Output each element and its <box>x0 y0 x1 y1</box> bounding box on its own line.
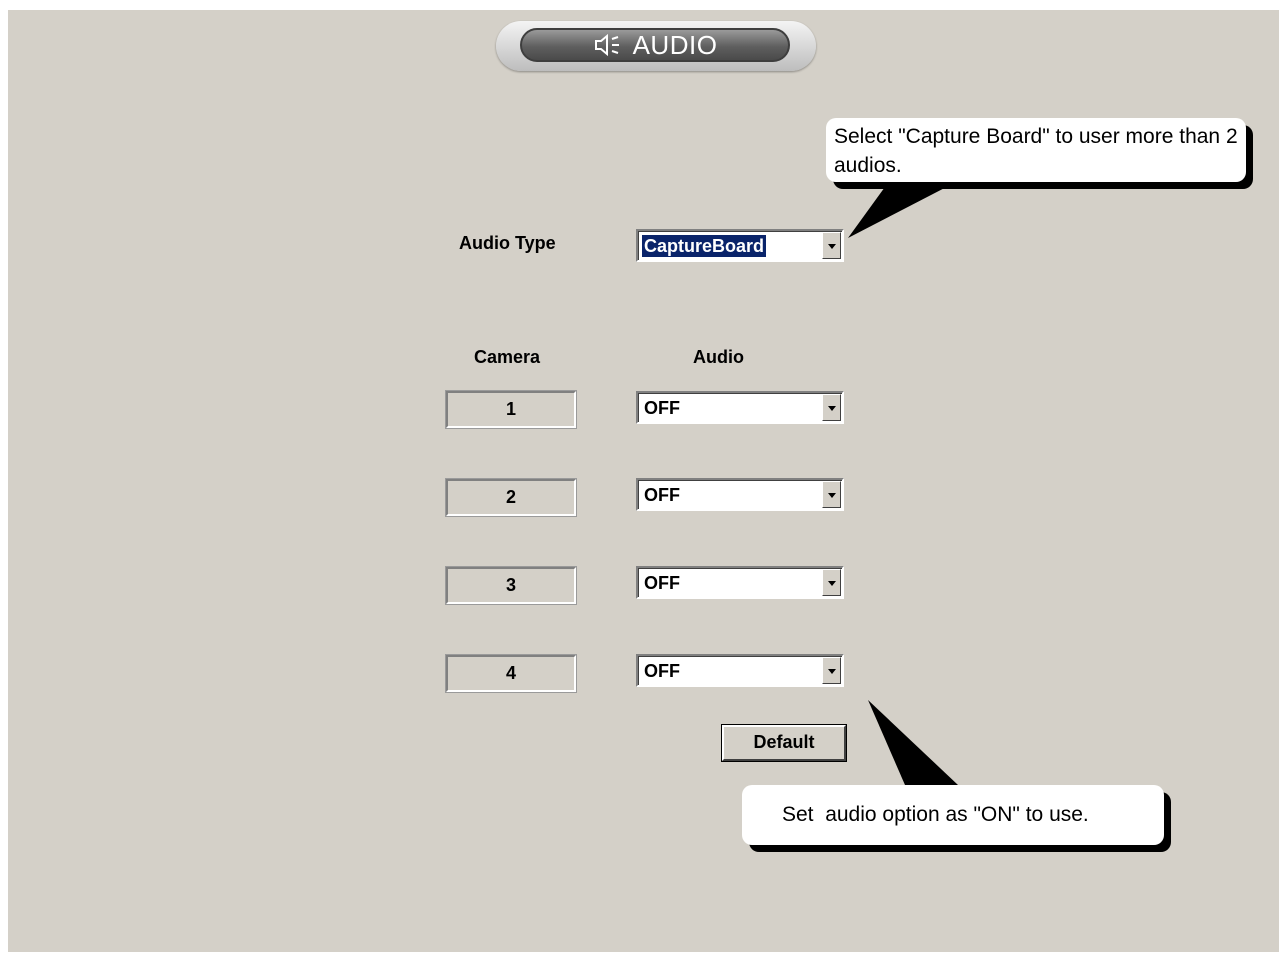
page-title: AUDIO <box>632 29 718 60</box>
chevron-down-icon[interactable] <box>822 481 841 508</box>
callout-bottom-pointer <box>868 700 958 785</box>
camera-4-box: 4 <box>445 654 577 693</box>
callout-audio-on-tip: Set audio option as "ON" to use. <box>742 785 1164 845</box>
audio-column-header: Audio <box>693 347 744 367</box>
audio-select-camera-2[interactable]: OFF <box>636 478 844 511</box>
callout-capture-board-tip: Select "Capture Board" to user more than… <box>826 118 1246 182</box>
callout-top-pointer <box>848 180 960 238</box>
speaker-icon <box>594 33 619 57</box>
camera-2-box: 2 <box>445 478 577 517</box>
audio-type-value: CaptureBoard <box>642 235 767 257</box>
chevron-down-icon[interactable] <box>822 394 841 421</box>
audio-select-camera-1[interactable]: OFF <box>636 391 844 424</box>
audio-type-label: Audio Type <box>459 233 556 253</box>
audio-select-camera-4[interactable]: OFF <box>636 654 844 687</box>
audio-value: OFF <box>644 485 680 505</box>
chevron-down-icon[interactable] <box>822 657 841 684</box>
chevron-down-icon[interactable] <box>822 232 841 259</box>
default-button[interactable]: Default <box>721 724 847 762</box>
title-pill: AUDIO <box>520 28 790 62</box>
chevron-down-icon[interactable] <box>822 569 841 596</box>
camera-column-header: Camera <box>474 347 541 367</box>
audio-value: OFF <box>644 398 680 418</box>
title-banner: AUDIO <box>496 21 816 71</box>
audio-value: OFF <box>644 573 680 593</box>
camera-1-box: 1 <box>445 390 577 429</box>
audio-select-camera-3[interactable]: OFF <box>636 566 844 599</box>
camera-3-box: 3 <box>445 566 577 605</box>
audio-value: OFF <box>644 661 680 681</box>
audio-type-select[interactable]: CaptureBoard <box>636 229 844 262</box>
